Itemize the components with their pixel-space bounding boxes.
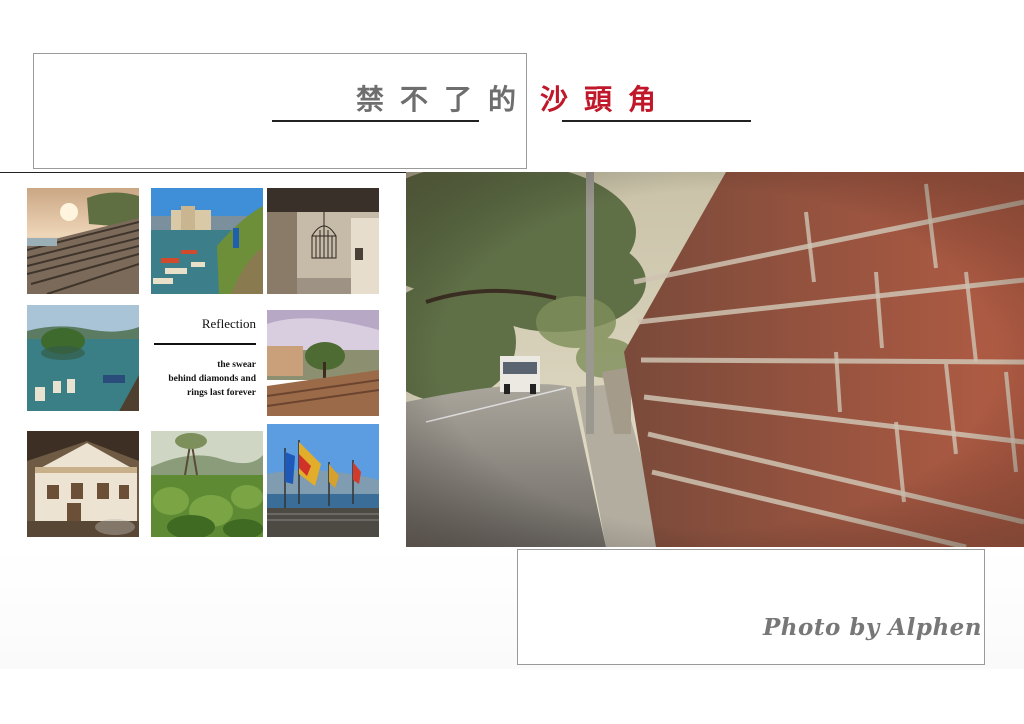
photo-pier-sunset xyxy=(27,188,139,294)
photo-credit: Photo by Alphen xyxy=(763,614,983,641)
reflection-line: rings last forever xyxy=(187,388,256,398)
photo-green-hillside xyxy=(151,431,263,537)
reflection-line: the swear xyxy=(217,360,256,370)
photo-flags-pier xyxy=(267,424,379,537)
photo-old-house xyxy=(27,431,139,537)
photo-birdcage-street xyxy=(267,188,379,294)
title-part-grey: 禁不了的 xyxy=(356,83,533,116)
photo-reflection-lake xyxy=(27,305,139,411)
reflection-text: the swear behind diamonds and rings last… xyxy=(136,358,256,400)
page-title: 禁不了的 沙頭角 xyxy=(270,78,755,128)
photo-harbour-boats xyxy=(151,188,263,294)
reflection-rule xyxy=(154,343,256,345)
title-rule-left xyxy=(272,120,479,122)
credit-frame xyxy=(517,549,985,665)
photo-brick-wall-road xyxy=(406,172,1024,547)
reflection-heading: Reflection xyxy=(201,316,256,331)
reflection-line: behind diamonds and xyxy=(168,374,256,384)
title-rule-right xyxy=(562,120,751,122)
title-part-red: 沙頭角 xyxy=(540,83,673,116)
photo-promenade-trees xyxy=(267,310,379,416)
reflection-caption: Reflection the swear behind diamonds and… xyxy=(152,305,256,415)
